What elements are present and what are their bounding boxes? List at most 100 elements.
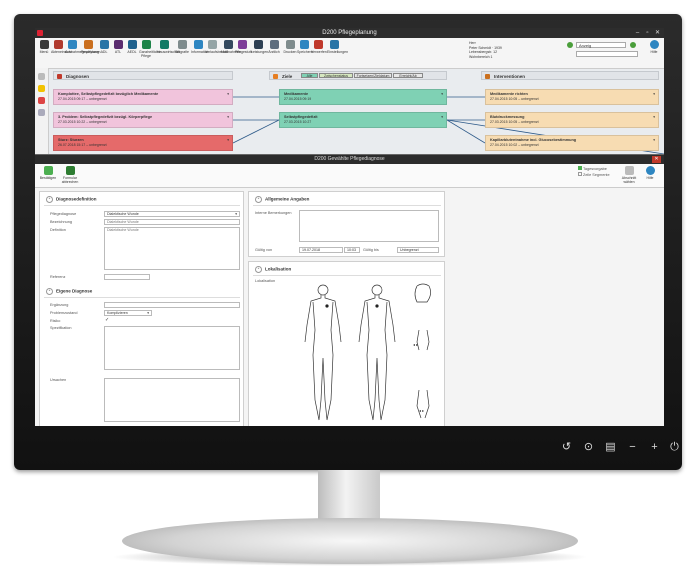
plan-card[interactable]: Komplottee, Selbstpflegedefizit bezüglic… [53, 89, 233, 105]
field-label: Referenz [50, 275, 66, 279]
field-label: Lokalisation [255, 279, 276, 283]
valid-from-time-field[interactable]: 10:03 [344, 247, 360, 253]
chevron-down-icon[interactable]: ▾ [227, 115, 229, 120]
section-title: Diagnosedefinition [56, 196, 97, 202]
field-label: Gültig bis [363, 248, 379, 252]
section-header-general[interactable]: ⌃ Allgemeine Angaben [255, 196, 309, 203]
monitor-control-button[interactable]: ⊙ [582, 441, 595, 454]
confirm-button[interactable]: Bestätigen [39, 166, 57, 180]
dialog-title-bar: D200 Gewählte Pflegediagnose ✕ [35, 155, 664, 164]
risk-checkmark-icon[interactable]: ✓ [105, 317, 109, 323]
plan-card[interactable]: Sturz: Sturzen 26.07.2018 15:17 – unbegre… [53, 135, 233, 151]
flag-option-2[interactable]: Zeile Segmente [578, 172, 610, 177]
field-label: Pflegediagnose [50, 212, 77, 216]
reference-field[interactable] [104, 274, 150, 280]
chevron-down-icon[interactable]: ▾ [227, 138, 229, 143]
plan-card[interactable]: Blutdruckmessung 27.03.2015 10:05 – unbeg… [485, 112, 659, 128]
collapse-icon: ⌃ [46, 196, 53, 203]
dialog-help-button[interactable]: Hilfe [643, 166, 657, 180]
body-map[interactable]: ◂ ▸ ◂ ▸ [299, 280, 444, 426]
field-label: Interne Bemerkungen [255, 211, 292, 215]
diagnosis-dialog: D200 Gewählte Pflegediagnose ✕ Bestätige… [35, 154, 664, 426]
monitor-screen: D200 Pflegeplanung – ▫ ✕ Menü Akteneinsic… [35, 28, 664, 426]
card-date: 26.07.2018 15:17 – unbegrenzt [58, 142, 107, 147]
field-label: Ergänzung [50, 303, 69, 307]
help-label: Hilfe [646, 176, 654, 180]
monitor-stand-base [122, 518, 578, 564]
addition-field[interactable] [104, 302, 240, 308]
section-icon [624, 166, 634, 175]
checkbox-icon [578, 172, 582, 176]
monitor-control-button[interactable]: ↺ [560, 441, 573, 454]
collapse-icon: ⌃ [46, 288, 53, 295]
chevron-down-icon[interactable]: ▾ [227, 92, 229, 97]
divider [44, 205, 240, 206]
specification-field[interactable] [104, 326, 240, 370]
card-date: 27.03.2015 10:05 – unbegrenzt [490, 119, 539, 124]
plan-card[interactable]: Selbstpflegedefizit 27.03.2015 10:27 ▾ [279, 112, 447, 128]
chevron-down-icon: ▾ [235, 212, 237, 216]
flag-icon [578, 166, 582, 170]
section-title: Eigene Diagnose [56, 288, 93, 294]
select-value: Dialektische Wunde [107, 212, 139, 216]
valid-to-field[interactable]: Unbegrenzt [397, 247, 439, 253]
general-info-panel: ⌃ Allgemeine Angaben Interne Bemerkungen … [248, 191, 445, 257]
name-field[interactable]: Dialektische Wunde [104, 219, 240, 225]
plan-card[interactable]: Medikamente 27.04.2015 09:19 ▾ [279, 89, 447, 105]
field-label: Gültig von [255, 248, 273, 252]
monitor-control-button[interactable]: + [648, 441, 661, 454]
check-icon [43, 166, 53, 175]
section-title: Lokalisation [265, 266, 292, 272]
section-title: Allgemeine Angaben [265, 196, 310, 202]
card-date: 27.03.2015 10:27 [284, 119, 312, 124]
dialog-close-button[interactable]: ✕ [652, 156, 661, 163]
flag-label: Tagesvorgabe [583, 167, 607, 171]
causes-field[interactable] [104, 378, 240, 422]
card-date: 27.04.2015 10:05 – unbegrenzt [490, 96, 539, 101]
section-header-localization[interactable]: ⌃ Lokalisation [255, 266, 291, 273]
section-header-own[interactable]: ⌃ Eigene Diagnose [46, 288, 92, 295]
monitor-control-button[interactable]: ⏻ [668, 441, 681, 454]
plan-card[interactable]: Kapillarblutentnahme incl. Glucosebestim… [485, 135, 659, 151]
field-label: Problemzustand [50, 311, 78, 315]
flag-option-1[interactable]: Tagesvorgabe [578, 166, 607, 171]
divider [44, 297, 240, 298]
monitor-control-button[interactable]: ▤ [604, 441, 617, 454]
field-label: Bezeichnung [50, 220, 72, 224]
divider [253, 275, 441, 276]
confirm-label: Bestätigen [39, 176, 57, 180]
svg-text:◂ ▸: ◂ ▸ [413, 342, 418, 347]
chevron-down-icon[interactable]: ▾ [653, 115, 655, 120]
dialog-toolbar: Bestätigen Formular abbrechen Tagesvorga… [35, 164, 664, 188]
divider [253, 205, 441, 206]
help-icon [645, 166, 655, 175]
cancel-label: Formular abbrechen [61, 176, 79, 184]
card-date: 27.03.2015 10:22 – unbegrenzt [58, 119, 107, 124]
diagnosis-definition-panel: ⌃ Diagnosedefinition Pflegediagnose Diale… [39, 191, 244, 426]
chevron-down-icon[interactable]: ▾ [441, 115, 443, 120]
section-header-diagnosis[interactable]: ⌃ Diagnosedefinition [46, 196, 97, 203]
monitor-control-button[interactable]: − [626, 441, 639, 454]
problem-state-select[interactable]: Komplizieren ▾ [104, 310, 152, 316]
dialog-title: D200 Gewählte Pflegediagnose [314, 156, 385, 162]
chevron-down-icon: ▾ [147, 311, 149, 315]
card-date: 27.04.2015 09:19 [284, 96, 312, 101]
field-label: Risiko [50, 319, 61, 323]
collapse-icon: ⌃ [255, 266, 262, 273]
card-date: 27.04.2015 09:17 – unbegrenzt [58, 96, 107, 101]
chevron-down-icon[interactable]: ▾ [653, 138, 655, 143]
nursing-diagnosis-select[interactable]: Dialektische Wunde ▾ [104, 211, 240, 217]
select-section-button[interactable]: Abschnitt wählen [618, 166, 640, 184]
collapse-icon: ⌃ [255, 196, 262, 203]
section-label: Abschnitt wählen [621, 176, 637, 184]
internal-notes-field[interactable] [299, 210, 439, 242]
chevron-down-icon[interactable]: ▾ [653, 92, 655, 97]
cancel-form-button[interactable]: Formular abbrechen [59, 166, 81, 184]
chevron-down-icon[interactable]: ▾ [441, 92, 443, 97]
plan-card[interactable]: Medikamente richten 27.04.2015 10:05 – un… [485, 89, 659, 105]
svg-text:◂ ▸: ◂ ▸ [419, 408, 424, 413]
definition-field[interactable]: Dialektische Wunde [104, 227, 240, 270]
field-label: Definition [50, 228, 66, 232]
plan-card[interactable]: 3. Problem: Selbstpflegedefizit bezügl. … [53, 112, 233, 128]
valid-from-field[interactable]: 19.07.2018 [299, 247, 343, 253]
